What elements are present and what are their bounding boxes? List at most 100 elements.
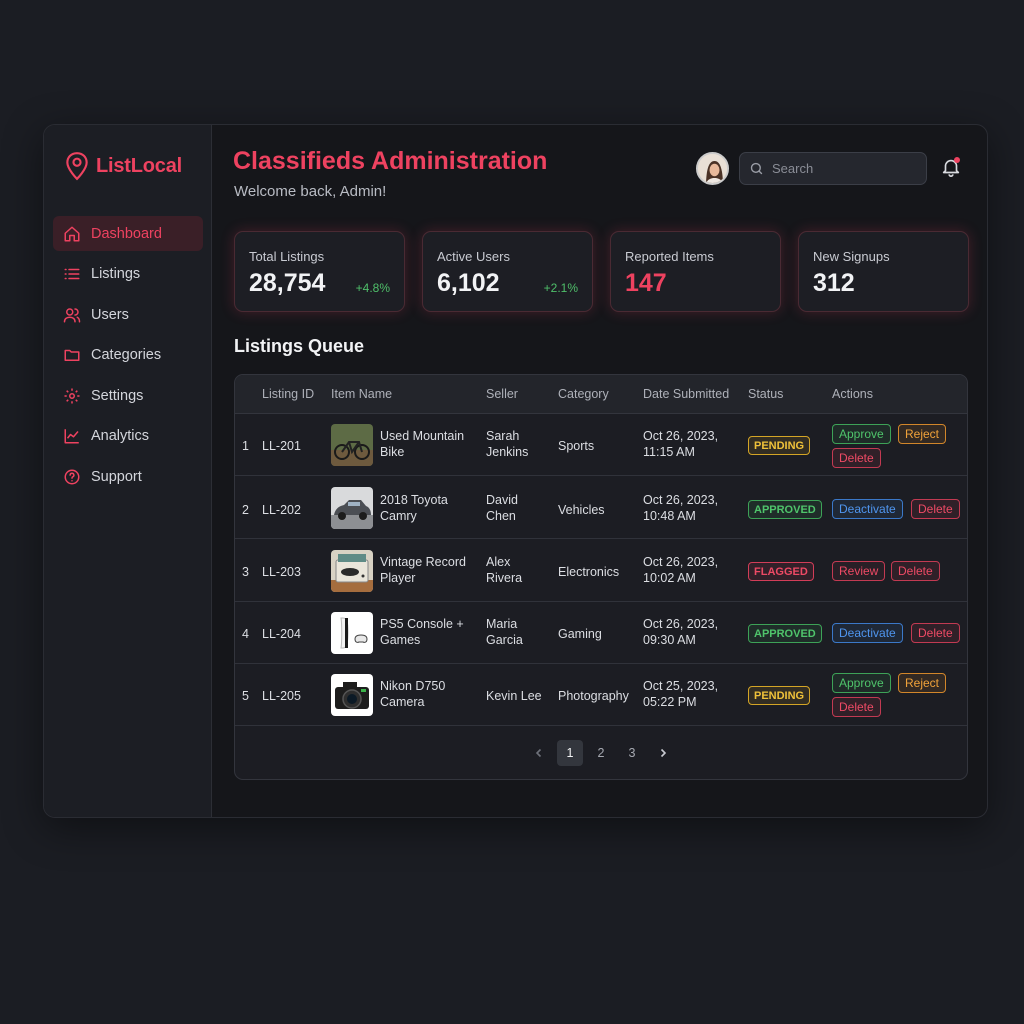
item-name: Games [380,633,421,647]
item-name: PS5 Console + [380,617,464,631]
sidebar-item-label: Settings [91,387,144,404]
stat-card-new-signups[interactable]: New Signups 312 [798,231,969,312]
seller-name: Rivera [486,571,523,585]
notifications-button[interactable] [940,156,964,180]
delete-button[interactable]: Delete [911,499,960,519]
sidebar-item-label: Categories [91,347,162,363]
row-number: 2 [242,503,249,517]
column-header[interactable]: Date Submitted [643,387,729,401]
stat-label: New Signups [813,249,890,264]
item-name: Player [380,571,416,585]
delete-button[interactable]: Delete [832,697,881,717]
delete-button[interactable]: Delete [832,448,881,468]
stat-value: 147 [625,269,667,297]
stat-value: 312 [813,269,855,297]
delete-button[interactable]: Delete [911,623,960,643]
approve-button[interactable]: Approve [832,673,891,693]
column-header[interactable]: Category [558,387,609,401]
column-header[interactable]: Item Name [331,387,392,401]
sidebar-item-listings[interactable]: Listings [53,257,203,292]
app-window: ListLocal Dashboard Listings Users Categ… [43,124,988,818]
sidebar-item-label: Listings [91,266,141,282]
page-title: Classifieds Administration [233,147,548,175]
seller-name: Chen [486,509,516,523]
search-box[interactable] [739,152,927,185]
reject-button[interactable]: Reject [898,424,947,444]
sidebar-item-categories[interactable]: Categories [53,338,203,373]
date-submitted: 11:15 AM [643,445,695,459]
status-badge: PENDING [748,436,811,455]
home-icon [64,226,80,241]
date-submitted: Oct 26, 2023, [643,555,719,569]
sidebar-item-support[interactable]: Support [53,459,203,494]
table-row[interactable]: 5 LL-205 Nikon D750 Camera Kevin Lee Pho… [235,664,967,726]
date-submitted: 10:48 AM [643,509,696,523]
sidebar-item-users[interactable]: Users [53,297,203,332]
map-pin-icon [66,152,88,181]
seller-name: Maria [486,617,518,631]
page-button[interactable]: 3 [619,740,645,766]
category: Vehicles [558,503,605,517]
users-icon [63,307,81,322]
search-input[interactable] [772,161,912,176]
next-page-button[interactable] [650,740,676,766]
listing-id: LL-201 [262,439,301,453]
row-number: 4 [242,627,249,641]
review-button[interactable]: Review [832,561,886,581]
avatar[interactable] [696,152,729,185]
chevron-right-icon [660,748,667,758]
camera-photo [331,674,373,716]
prev-page-button[interactable] [526,740,552,766]
table-row[interactable]: 2 LL-202 2018 Toyota Camry David Chen Ve… [235,477,967,539]
stat-card-total-listings[interactable]: Total Listings 28,754 +4.8% [234,231,405,312]
deactivate-button[interactable]: Deactivate [832,623,903,643]
item-name: Used Mountain [380,429,465,443]
table-header: Listing ID Item Name Seller Category Dat… [235,375,967,414]
stat-card-active-users[interactable]: Active Users 6,102 +2.1% [422,231,593,312]
listing-id: LL-204 [262,627,301,641]
column-header[interactable]: Seller [486,387,518,401]
stat-value: 6,102 [437,269,500,297]
sidebar-item-settings[interactable]: Settings [53,378,203,413]
deactivate-button[interactable]: Deactivate [832,499,903,519]
date-submitted: Oct 25, 2023, [643,679,719,693]
stat-label: Active Users [437,249,510,264]
seller-name: Alex [486,555,511,569]
item-name: 2018 Toyota [380,493,448,507]
brand-name: ListLocal [96,154,182,177]
category: Sports [558,439,595,453]
date-submitted: Oct 26, 2023, [643,617,719,631]
status-badge: APPROVED [748,624,822,643]
brand-logo[interactable]: ListLocal [64,151,182,181]
item-name: Bike [380,445,405,459]
stat-delta: +2.1% [543,281,578,295]
gear-icon [64,388,80,403]
category: Gaming [558,627,602,641]
column-header[interactable]: Status [748,387,783,401]
listing-id: LL-202 [262,503,301,517]
page-button[interactable]: 2 [588,740,614,766]
table-row[interactable]: 4 LL-204 PS5 Console + Games Maria Garci… [235,602,967,664]
item-name: Camera [380,695,425,709]
record-player-photo [331,550,373,592]
row-number: 5 [242,689,249,703]
sidebar-item-label: Analytics [91,428,150,444]
stat-card-reported-items[interactable]: Reported Items 147 [610,231,781,312]
seller-name: Jenkins [486,445,529,459]
listing-id: LL-203 [262,565,301,579]
table-row[interactable]: 1 LL-201 Used Mountain Bike Sarah Jenkin… [235,414,967,476]
column-header[interactable]: Listing ID [262,387,314,401]
delete-button[interactable]: Delete [891,561,940,581]
page-button[interactable]: 1 [557,740,583,766]
table-row[interactable]: 3 LL-203 Vintage Record Player Alex Rive… [235,540,967,602]
stat-delta: +4.8% [355,281,390,295]
section-title: Listings Queue [234,336,365,356]
approve-button[interactable]: Approve [832,424,891,444]
reject-button[interactable]: Reject [898,673,947,693]
seller-name: Sarah [486,429,520,443]
sidebar-item-dashboard[interactable]: Dashboard [53,216,203,251]
seller-name: David [486,493,518,507]
sidebar-item-analytics[interactable]: Analytics [53,419,203,454]
date-submitted: Oct 26, 2023, [643,493,719,507]
listings-table: Listing ID Item Name Seller Category Dat… [234,374,968,780]
